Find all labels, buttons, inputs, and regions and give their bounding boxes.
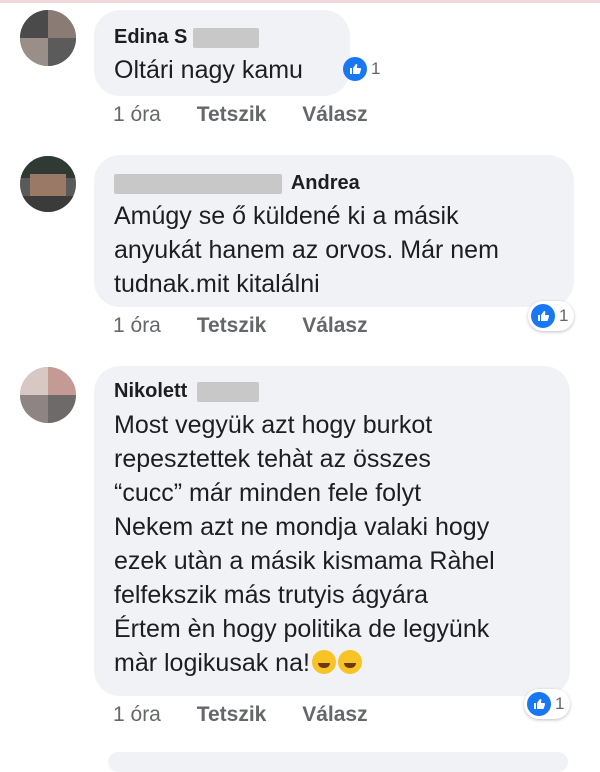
comment-author[interactable]: Andrea — [114, 172, 360, 195]
comment-timestamp[interactable]: 1 óra — [113, 314, 161, 338]
name-redaction — [114, 173, 282, 194]
author-name[interactable]: Edina S — [114, 26, 187, 48]
comment-timestamp[interactable]: 1 óra — [113, 703, 161, 727]
reply-button[interactable]: Válasz — [302, 103, 367, 127]
reply-button[interactable]: Válasz — [302, 703, 367, 727]
rolling-laughing-emoji — [337, 650, 362, 674]
like-button[interactable]: Tetszik — [197, 314, 267, 338]
author-name[interactable]: Andrea — [291, 172, 360, 194]
avatar[interactable] — [20, 10, 76, 66]
comment-text-body: Most vegyük azt hogy burkot repesztettek… — [114, 411, 495, 677]
comment-text: Amúgy se ő küldené ki a másik anyukát ha… — [114, 202, 499, 298]
like-button[interactable]: Tetszik — [197, 103, 267, 127]
like-icon — [527, 692, 551, 716]
avatar[interactable] — [20, 156, 76, 212]
top-divider — [0, 0, 600, 3]
reaction-count: 1 — [559, 306, 569, 325]
reaction-count: 1 — [371, 59, 381, 78]
reaction-summary[interactable]: 1 — [524, 689, 571, 719]
comment-text: Most vegyük azt hogy burkot repesztettek… — [114, 408, 495, 680]
comment-timestamp[interactable]: 1 óra — [113, 103, 161, 127]
like-button[interactable]: Tetszik — [197, 703, 267, 727]
reply-button[interactable]: Válasz — [302, 314, 367, 338]
reaction-summary[interactable]: 1 — [528, 301, 575, 331]
next-comment-bubble — [108, 752, 568, 772]
reaction-summary[interactable]: 1 — [340, 54, 386, 84]
like-icon — [531, 304, 555, 328]
rolling-laughing-emoji — [311, 650, 336, 674]
like-icon — [343, 57, 367, 81]
name-redaction — [196, 381, 259, 402]
comment-author[interactable]: Edina S — [114, 26, 259, 49]
comment-actions: 1 óra Tetszik Válasz — [113, 314, 368, 338]
comment-text: Oltári nagy kamu — [114, 56, 303, 84]
name-redaction — [192, 27, 259, 48]
comment-actions: 1 óra Tetszik Válasz — [113, 103, 368, 127]
reaction-count: 1 — [555, 694, 565, 713]
comment-author[interactable]: Nikolett — [114, 380, 259, 403]
avatar[interactable] — [20, 367, 76, 423]
author-name[interactable]: Nikolett — [114, 380, 187, 402]
comment-actions: 1 óra Tetszik Válasz — [113, 703, 368, 727]
